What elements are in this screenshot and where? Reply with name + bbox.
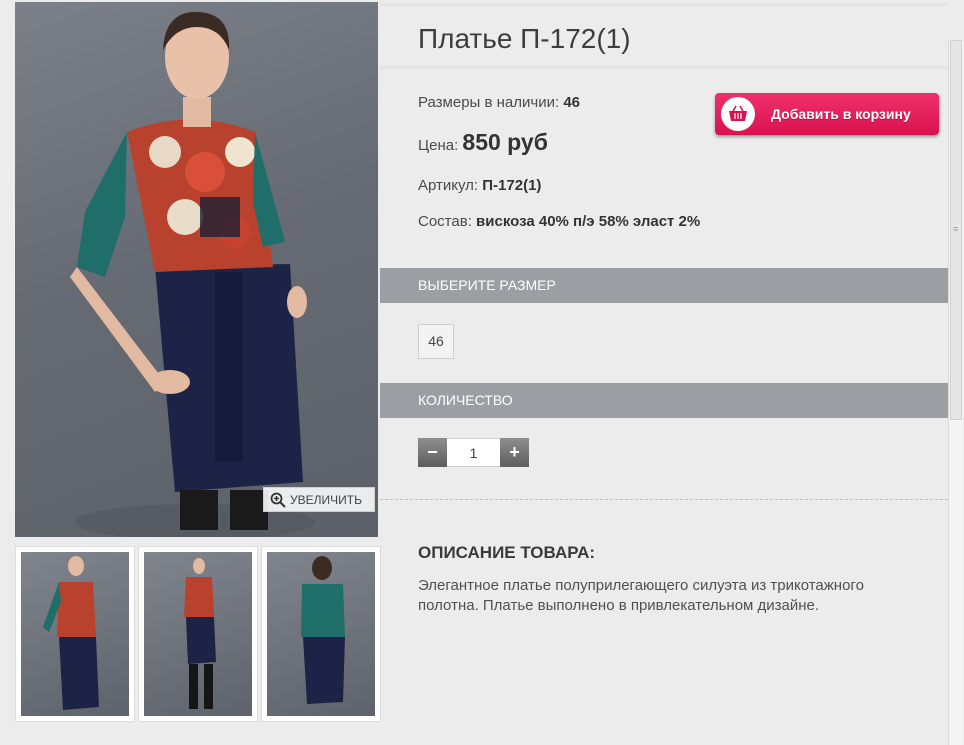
- basket-icon: [729, 105, 747, 121]
- thumbnail-strip: [15, 546, 381, 722]
- composition-value: вискоза 40% п/э 58% эласт 2%: [476, 213, 701, 230]
- magnifier-plus-icon: [270, 492, 286, 508]
- article-row: Артикул: П-172(1): [418, 177, 541, 194]
- size-option-46[interactable]: 46: [418, 324, 454, 359]
- thumbnail-image: [267, 552, 375, 716]
- article-value: П-172(1): [482, 177, 542, 194]
- price-value: 850 руб: [462, 129, 548, 155]
- size-section-heading: ВЫБЕРИТЕ РАЗМЕР: [380, 268, 948, 303]
- product-page: УВЕЛИЧИТЬ Платье П-172(1) Размеры в нали…: [0, 0, 964, 745]
- scrollbar[interactable]: ≡: [948, 40, 963, 745]
- price-row: Цена: 850 руб: [418, 129, 548, 156]
- scrollbar-thumb[interactable]: ≡: [950, 40, 962, 420]
- article-label: Артикул:: [418, 177, 483, 194]
- add-to-cart-button[interactable]: Добавить в корзину: [715, 93, 939, 135]
- left-margin: [0, 0, 14, 745]
- composition-row: Состав: вискоза 40% п/э 58% эласт 2%: [418, 212, 708, 231]
- thumbnail-1[interactable]: [15, 546, 135, 722]
- zoom-button[interactable]: УВЕЛИЧИТЬ: [263, 487, 375, 512]
- title-band: Платье П-172(1): [380, 3, 948, 69]
- zoom-label: УВЕЛИЧИТЬ: [290, 492, 362, 507]
- basket-icon-circle: [721, 97, 755, 131]
- thumbnail-image: [144, 552, 252, 716]
- thumbnail-figure: [43, 556, 99, 710]
- thumbnail-image: [21, 552, 129, 716]
- thumbnail-figure: [301, 556, 345, 704]
- decrease-quantity-button[interactable]: −: [418, 438, 447, 467]
- product-title: Платье П-172(1): [418, 23, 631, 54]
- sizes-value: 46: [563, 94, 580, 111]
- scroll-grip-icon: ≡: [953, 224, 959, 234]
- description-heading: ОПИСАНИЕ ТОВАРА:: [418, 543, 596, 562]
- quantity-stepper: − +: [418, 438, 529, 467]
- product-info-panel: Платье П-172(1) Размеры в наличии: 46 Це…: [380, 0, 948, 745]
- main-product-photo[interactable]: УВЕЛИЧИТЬ: [15, 2, 378, 537]
- thumbnail-2[interactable]: [138, 546, 258, 722]
- thumbnail-3[interactable]: [261, 546, 381, 722]
- model-photo-illustration: [70, 11, 315, 537]
- quantity-input[interactable]: [447, 438, 500, 467]
- composition-label: Состав:: [418, 213, 477, 230]
- increase-quantity-button[interactable]: +: [500, 438, 529, 467]
- quantity-section-heading: КОЛИЧЕСТВО: [380, 383, 948, 418]
- add-to-cart-label: Добавить в корзину: [771, 106, 911, 122]
- sizes-label: Размеры в наличии:: [418, 94, 564, 111]
- price-label: Цена:: [418, 137, 463, 154]
- description-text: Элегантное платье полуприлегающего силуэ…: [418, 577, 864, 614]
- section-divider: [380, 499, 948, 500]
- thumbnail-figure: [184, 558, 216, 709]
- sizes-available: Размеры в наличии: 46: [418, 94, 580, 111]
